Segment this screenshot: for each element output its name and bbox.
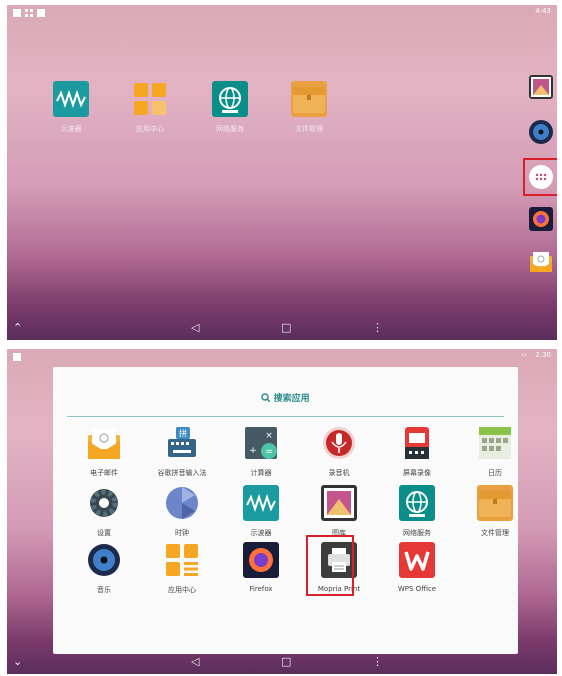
pinyin-keyboard-icon: 拼 bbox=[164, 425, 200, 461]
gear-icon bbox=[86, 485, 122, 521]
app-drawer: 搜索应用 电子邮件 拼 谷歌拼音输入法 × + = 计算器 录音机 屏幕录像 日… bbox=[53, 367, 518, 654]
app-gallery[interactable]: 图库 bbox=[300, 485, 378, 541]
svg-text:=: = bbox=[265, 447, 273, 457]
app-label: 音乐 bbox=[97, 586, 111, 594]
search-label: 搜索应用 bbox=[273, 394, 310, 404]
app-network-service[interactable]: 网络服务 bbox=[378, 485, 456, 541]
notification-icon bbox=[13, 353, 21, 361]
app-settings[interactable]: 设置 bbox=[65, 485, 143, 541]
chevron-down-icon[interactable]: ⌄ bbox=[13, 655, 22, 668]
gallery-icon[interactable] bbox=[529, 75, 553, 99]
svg-text:拼: 拼 bbox=[179, 428, 187, 438]
notification-icon-2 bbox=[37, 9, 45, 17]
status-time: 4:43 bbox=[535, 7, 551, 15]
clock-icon bbox=[164, 485, 200, 521]
app-label: 网络服务 bbox=[403, 529, 431, 537]
email-icon[interactable] bbox=[529, 250, 553, 274]
home-app-label: 文件管理 bbox=[295, 125, 323, 133]
app-wps-office[interactable]: WPS Office bbox=[378, 542, 456, 598]
home-app-label: 网络服务 bbox=[216, 125, 244, 133]
app-label: 设置 bbox=[97, 529, 111, 537]
svg-text:×: × bbox=[265, 431, 273, 441]
wps-office-icon bbox=[399, 542, 435, 578]
app-calendar[interactable]: 日历 bbox=[456, 425, 534, 481]
app-label: WPS Office bbox=[397, 585, 437, 593]
navigation-bar: ⌃ ◁ □ ⋮ bbox=[7, 316, 557, 340]
app-drawer-screen: 2:30 ‹› 搜索应用 电子邮件 拼 谷歌拼音输入法 × + = 计算器 录音… bbox=[7, 349, 557, 674]
svg-text:+: + bbox=[249, 446, 257, 456]
app-calculator[interactable]: × + = 计算器 bbox=[222, 425, 300, 481]
network-service-icon bbox=[399, 485, 435, 521]
search-bar[interactable]: 搜索应用 bbox=[53, 391, 518, 404]
app-label: 谷歌拼音输入法 bbox=[157, 469, 207, 477]
app-firefox[interactable]: Firefox bbox=[222, 542, 300, 598]
app-center-icon bbox=[164, 542, 200, 578]
app-screen-record[interactable]: 屏幕录像 bbox=[378, 425, 456, 481]
mopria-print-highlight bbox=[306, 535, 354, 596]
app-label: 文件管理 bbox=[481, 529, 509, 537]
status-time: 2:30 bbox=[535, 351, 551, 359]
chevron-up-icon[interactable]: ⌃ bbox=[13, 321, 22, 334]
firefox-icon[interactable] bbox=[529, 207, 553, 231]
home-app-label: 应用中心 bbox=[136, 125, 164, 133]
app-center-icon[interactable] bbox=[132, 81, 168, 117]
menu-dots-icon[interactable]: ⋮ bbox=[372, 321, 383, 334]
app-file-manager[interactable]: 文件管理 bbox=[456, 485, 534, 541]
home-icon[interactable]: □ bbox=[281, 321, 291, 334]
home-app-label: 示波器 bbox=[60, 125, 82, 133]
firefox-icon bbox=[243, 542, 279, 578]
back-icon[interactable]: ◁ bbox=[191, 655, 199, 668]
network-service-icon[interactable] bbox=[212, 81, 248, 117]
music-icon bbox=[86, 542, 122, 578]
oscilloscope-icon[interactable] bbox=[53, 81, 89, 117]
status-bar: 2:30 ‹› bbox=[7, 349, 557, 365]
screen-record-icon bbox=[399, 425, 435, 461]
file-manager-icon bbox=[477, 485, 513, 521]
app-label: 日历 bbox=[488, 469, 502, 477]
status-bar: 4:43 bbox=[7, 5, 557, 21]
app-pinyin-keyboard[interactable]: 拼 谷歌拼音输入法 bbox=[143, 425, 221, 481]
all-apps-highlight bbox=[523, 158, 557, 196]
calendar-icon bbox=[477, 425, 513, 461]
home-screen: 4:43 示波器 应用中心 网络服务 文件管理 ⌃ ◁ □ ⋮ bbox=[7, 5, 557, 340]
app-label: 计算器 bbox=[250, 469, 272, 477]
notification-icon bbox=[13, 9, 21, 17]
app-clock[interactable]: 时钟 bbox=[143, 485, 221, 541]
app-label: 录音机 bbox=[328, 469, 350, 477]
app-label: 示波器 bbox=[250, 529, 272, 537]
back-icon[interactable]: ◁ bbox=[191, 321, 199, 334]
search-icon bbox=[261, 393, 273, 404]
navigation-bar: ⌄ ◁ □ ⋮ bbox=[7, 650, 557, 674]
oscilloscope-icon bbox=[243, 485, 279, 521]
file-manager-icon[interactable] bbox=[291, 81, 327, 117]
app-app-center[interactable]: 应用中心 bbox=[143, 542, 221, 598]
search-underline bbox=[67, 416, 504, 417]
menu-dots-icon[interactable]: ⋮ bbox=[372, 655, 383, 668]
email-icon bbox=[86, 425, 122, 461]
app-email[interactable]: 电子邮件 bbox=[65, 425, 143, 481]
calculator-icon: × + = bbox=[243, 425, 279, 461]
app-label: 时钟 bbox=[175, 529, 189, 537]
signal-arrows-icon: ‹› bbox=[521, 351, 527, 359]
app-label: Firefox bbox=[249, 585, 273, 593]
microphone-icon bbox=[321, 425, 357, 461]
gallery-icon bbox=[321, 485, 357, 521]
home-icon[interactable]: □ bbox=[281, 655, 291, 668]
app-label: 屏幕录像 bbox=[403, 469, 431, 477]
app-label: 应用中心 bbox=[168, 586, 196, 594]
app-recorder[interactable]: 录音机 bbox=[300, 425, 378, 481]
app-label: 电子邮件 bbox=[90, 469, 118, 477]
app-oscilloscope[interactable]: 示波器 bbox=[222, 485, 300, 541]
music-icon[interactable] bbox=[529, 120, 553, 144]
app-music[interactable]: 音乐 bbox=[65, 542, 143, 598]
grid-notification-icon bbox=[25, 9, 33, 17]
